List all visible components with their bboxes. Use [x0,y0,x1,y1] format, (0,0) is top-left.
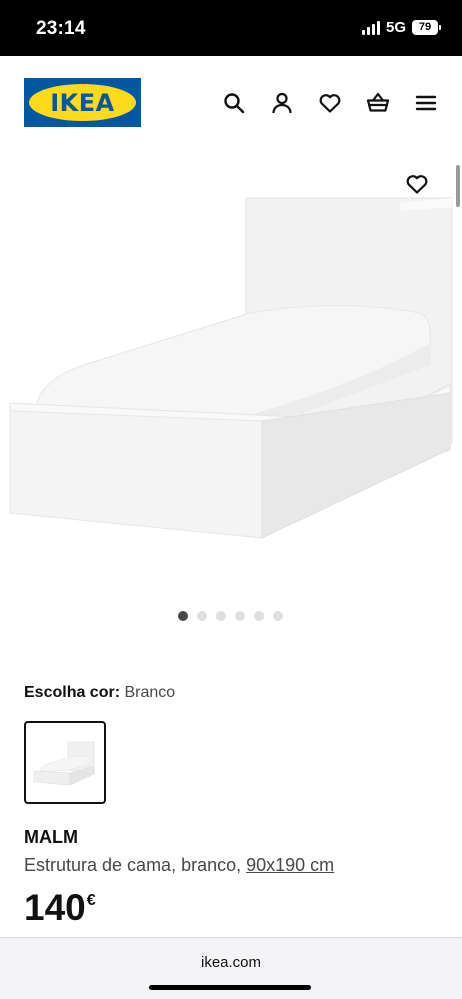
price-currency: € [86,892,96,909]
product-description-text: Estrutura de cama, branco, [24,855,242,875]
search-icon[interactable] [210,90,258,116]
product-description: Estrutura de cama, branco, 90x190 cm [24,855,334,876]
menu-icon[interactable] [402,90,450,116]
carousel-dot[interactable] [216,611,226,621]
product-price: 140 € [24,888,96,928]
network-type: 5G [385,19,406,36]
carousel-dot[interactable] [197,611,207,621]
carousel-dot[interactable] [273,611,283,621]
header-actions [210,90,450,116]
color-choice-value: Branco [124,684,176,701]
price-amount: 140 [24,887,86,928]
color-choice-label: Escolha cor: [24,684,121,701]
battery-level: 79 [418,21,432,33]
ikea-logo[interactable]: IKEA [24,78,141,127]
carousel-dot[interactable] [254,611,264,621]
url-text[interactable]: ikea.com [0,954,462,971]
site-header: IKEA [0,56,462,152]
product-size-link[interactable]: 90x190 cm [246,855,334,875]
heart-icon[interactable] [306,90,354,116]
carousel-dot[interactable] [178,611,188,621]
product-image [9,197,453,539]
battery-icon: 79 [412,20,441,35]
status-time: 23:14 [36,18,86,39]
signal-icon [361,20,380,35]
status-indicators: 5G 79 [361,19,441,36]
carousel-dots [178,611,283,621]
cart-icon[interactable] [354,90,402,116]
status-bar: 23:14 5G 79 [0,0,462,56]
color-choice: Escolha cor: Branco [24,684,175,702]
home-indicator[interactable] [149,985,311,990]
logo-text: IKEA [50,88,115,117]
color-swatch-branco[interactable] [24,721,106,804]
swatch-thumbnail [33,741,95,785]
logo-oval: IKEA [29,84,136,121]
carousel-dot[interactable] [235,611,245,621]
product-gallery[interactable] [0,155,462,595]
browser-url-bar[interactable]: ikea.com [0,937,462,999]
user-icon[interactable] [258,90,306,116]
product-name: MALM [24,827,78,847]
